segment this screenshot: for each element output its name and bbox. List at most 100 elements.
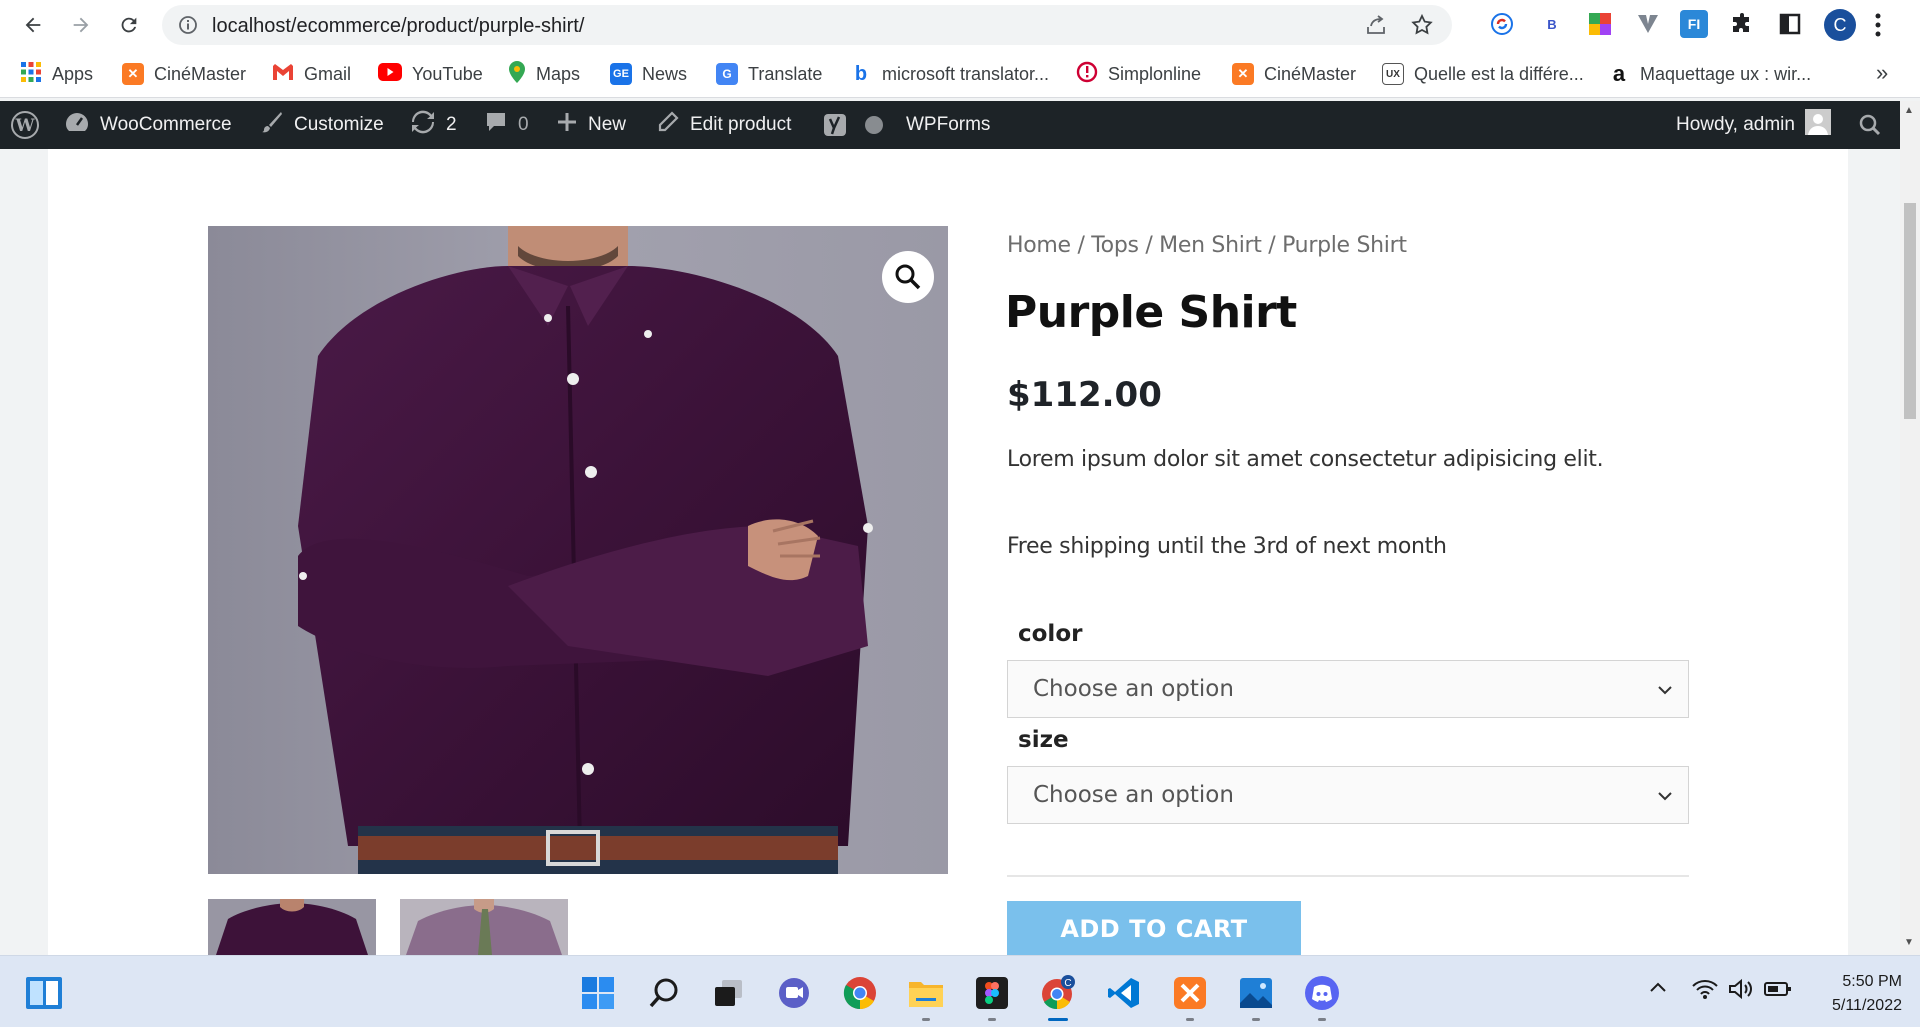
- comment-bubble-icon: [484, 110, 508, 140]
- divider: [1007, 875, 1689, 877]
- size-attribute-label: size: [1018, 727, 1069, 753]
- file-explorer-icon[interactable]: [904, 971, 948, 1021]
- page-viewport: Home / Tops / Men Shirt / Purple Shirt P…: [0, 149, 1900, 955]
- adminbar-customize[interactable]: Customize: [260, 101, 384, 149]
- bookmark-news[interactable]: GE News: [610, 62, 687, 86]
- adminbar-comments[interactable]: 0: [484, 101, 529, 149]
- scroll-up-icon[interactable]: ▲: [1904, 105, 1914, 116]
- news-icon: GE: [610, 63, 632, 85]
- volume-icon[interactable]: [1728, 978, 1754, 1005]
- share-icon[interactable]: [1364, 13, 1388, 42]
- forward-icon[interactable]: [64, 8, 98, 42]
- bookmark-simplonline[interactable]: Simplonline: [1076, 61, 1202, 86]
- windows-taskbar: C 5:50 PM 5/11/2022: [0, 955, 1920, 1027]
- bookmark-cinemaster[interactable]: ✕ CinéMaster: [122, 62, 246, 86]
- product-thumbnail[interactable]: [400, 899, 568, 955]
- adminbar-label: Edit product: [690, 114, 792, 135]
- profile-avatar[interactable]: C: [1824, 9, 1856, 41]
- running-indicator: [988, 1018, 996, 1021]
- bookmark-apps[interactable]: Apps: [20, 61, 93, 88]
- chevron-down-icon: [1656, 785, 1674, 811]
- color-select[interactable]: Choose an option: [1007, 660, 1689, 718]
- chrome-menu-icon[interactable]: [1874, 12, 1882, 43]
- adminbar-new[interactable]: New: [556, 101, 626, 149]
- puzzle-icon[interactable]: [1728, 10, 1756, 38]
- bookmark-label: Translate: [748, 63, 823, 84]
- windows-start-icon[interactable]: [576, 971, 620, 1015]
- system-clock[interactable]: 5:50 PM 5/11/2022: [1812, 970, 1902, 1018]
- product-price: $112.00: [1007, 375, 1162, 415]
- discord-icon[interactable]: [1300, 971, 1344, 1021]
- size-select[interactable]: Choose an option: [1007, 766, 1689, 824]
- sync-extension-icon[interactable]: [1488, 10, 1516, 38]
- vscode-icon[interactable]: [1102, 971, 1146, 1015]
- teams-chat-icon[interactable]: [772, 971, 816, 1015]
- yoast-seo-icon[interactable]: [822, 101, 848, 149]
- photos-icon[interactable]: [1234, 971, 1278, 1021]
- adminbar-updates[interactable]: 2: [410, 101, 457, 149]
- youtube-icon: [378, 62, 402, 86]
- svg-text:C: C: [1064, 978, 1071, 989]
- battery-icon[interactable]: [1764, 978, 1792, 1005]
- scrollbar-thumb[interactable]: [1904, 203, 1916, 419]
- bookmark-label: News: [642, 63, 688, 84]
- figma-icon[interactable]: [970, 971, 1014, 1021]
- select-value: Choose an option: [1033, 782, 1234, 808]
- bookmark-maquettage-ux[interactable]: a Maquettage ux : wir...: [1608, 61, 1811, 86]
- search-icon[interactable]: [642, 971, 686, 1015]
- breadcrumb[interactable]: Home / Tops / Men Shirt / Purple Shirt: [1007, 233, 1407, 258]
- bookmark-translate[interactable]: G Translate: [716, 62, 822, 86]
- site-info-icon[interactable]: [178, 15, 198, 40]
- back-icon[interactable]: [16, 8, 50, 42]
- xampp-icon[interactable]: [1168, 971, 1212, 1021]
- reload-icon[interactable]: [112, 8, 146, 42]
- adminbar-search-icon[interactable]: [1858, 101, 1882, 149]
- gmail-icon: [272, 63, 294, 86]
- bookmark-gmail[interactable]: Gmail: [272, 62, 351, 86]
- bookmark-label: Gmail: [304, 63, 352, 84]
- running-indicator: [1252, 1018, 1260, 1021]
- maps-pin-icon: [508, 60, 526, 88]
- vuetify-v-icon[interactable]: [1634, 10, 1662, 38]
- plus-icon: [556, 111, 578, 139]
- show-hidden-icons-chevron-icon[interactable]: [1648, 978, 1668, 1003]
- address-bar[interactable]: localhost/ecommerce/product/purple-shirt…: [162, 5, 1452, 45]
- adminbar-woocommerce[interactable]: WooCommerce: [64, 101, 232, 149]
- adminbar-edit-product[interactable]: Edit product: [656, 101, 791, 149]
- scroll-down-icon[interactable]: ▼: [1904, 937, 1914, 948]
- adminbar-my-account[interactable]: Howdy, admin: [1676, 101, 1831, 149]
- chevron-down-icon: [1656, 679, 1674, 705]
- wordpress-logo-icon[interactable]: W: [10, 101, 40, 149]
- bing-icon: b: [854, 62, 868, 85]
- bookmark-youtube[interactable]: YouTube: [378, 62, 483, 86]
- chrome-profile-icon[interactable]: C: [1036, 971, 1080, 1021]
- adminbar-wpforms[interactable]: WPForms: [906, 101, 990, 149]
- wifi-icon[interactable]: [1692, 978, 1718, 1005]
- bookmark-maps[interactable]: Maps: [508, 60, 580, 88]
- fi-icon[interactable]: FI: [1680, 10, 1708, 38]
- bing-b-icon[interactable]: B: [1538, 10, 1566, 38]
- chrome-icon[interactable]: [838, 971, 882, 1015]
- bookmark-quelle-est-la-difference[interactable]: UX Quelle est la différe...: [1382, 62, 1584, 86]
- apps-grid-icon: [20, 61, 42, 88]
- bookmark-label: Simplonline: [1108, 63, 1202, 84]
- task-view-icon[interactable]: [706, 971, 750, 1015]
- bookmark-label: CinéMaster: [1264, 63, 1357, 84]
- sidebar-icon[interactable]: [1776, 10, 1804, 38]
- product-title: Purple Shirt: [1005, 287, 1297, 338]
- xampp-icon: ✕: [122, 63, 144, 85]
- clock-date: 5/11/2022: [1832, 997, 1902, 1014]
- more-bookmarks-icon[interactable]: »: [1876, 60, 1888, 86]
- bookmark-cinemaster-2[interactable]: ✕ CinéMaster: [1232, 62, 1356, 86]
- adminbar-label: Howdy, admin: [1676, 114, 1795, 135]
- url-text[interactable]: localhost/ecommerce/product/purple-shirt…: [212, 15, 584, 38]
- product-thumbnail[interactable]: [208, 899, 376, 955]
- widgets-icon[interactable]: [22, 971, 66, 1015]
- bookmark-microsoft-translator[interactable]: b microsoft translator...: [850, 62, 1049, 86]
- page-scrollbar[interactable]: ▲ ▼: [1900, 101, 1920, 955]
- product-main-image[interactable]: [208, 226, 948, 874]
- add-to-cart-button[interactable]: ADD TO CART: [1007, 901, 1301, 955]
- color-picker-icon[interactable]: [1586, 10, 1614, 38]
- zoom-magnifier-button[interactable]: [882, 251, 934, 303]
- bookmark-star-icon[interactable]: [1410, 13, 1434, 42]
